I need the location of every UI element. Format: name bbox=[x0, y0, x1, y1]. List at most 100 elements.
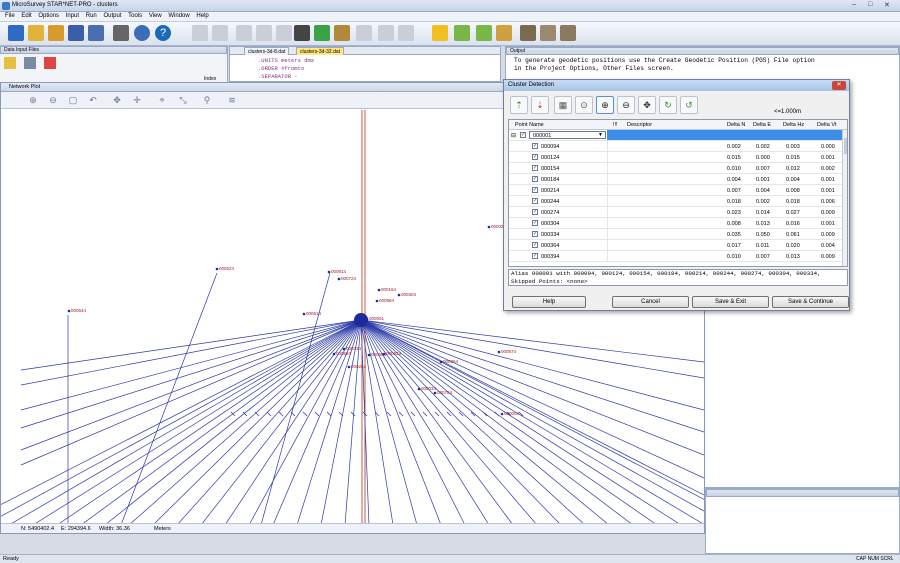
row-checkbox[interactable]: ✓ bbox=[532, 143, 538, 149]
row-checkbox[interactable]: ✓ bbox=[532, 209, 538, 215]
row-checkbox[interactable]: ✓ bbox=[532, 165, 538, 171]
menu-file[interactable]: File bbox=[5, 13, 15, 19]
zoom-out-icon[interactable]: ⊖ bbox=[617, 96, 635, 114]
col-descriptor[interactable]: Descriptor bbox=[627, 122, 652, 128]
menu-help[interactable]: Help bbox=[196, 13, 208, 19]
table-row[interactable]: ✓ 000124 0.015 0.000 0.015 0.001 bbox=[509, 152, 842, 163]
row-checkbox[interactable]: ✓ bbox=[532, 187, 538, 193]
redo-icon[interactable] bbox=[212, 25, 228, 41]
table-row[interactable]: ✓ 000184 0.004 0.001 0.004 0.001 bbox=[509, 174, 842, 185]
rerun-icon[interactable]: ↻ bbox=[659, 96, 677, 114]
menu-input[interactable]: Input bbox=[66, 13, 79, 19]
find-point-icon[interactable]: ⚲ bbox=[201, 95, 213, 107]
select-all-icon[interactable]: ▦ bbox=[554, 96, 572, 114]
tab-clusters-3d-32[interactable]: clusters-3d-32.dat bbox=[296, 47, 345, 55]
tool-icon-b[interactable] bbox=[378, 25, 394, 41]
tripod-icon[interactable] bbox=[520, 25, 536, 41]
menu-window[interactable]: Window bbox=[168, 13, 189, 19]
close-icon[interactable]: ✕ bbox=[884, 1, 890, 9]
table-row[interactable]: ✓ 000244 0.018 0.002 0.018 0.006 bbox=[509, 196, 842, 207]
dialog-close-icon[interactable]: ✕ bbox=[832, 81, 846, 90]
new-file-icon[interactable] bbox=[24, 57, 36, 69]
search-icon[interactable] bbox=[134, 25, 150, 41]
reset-icon[interactable]: ↺ bbox=[680, 96, 698, 114]
print-icon[interactable] bbox=[113, 25, 129, 41]
measure-icon[interactable]: ⌖ bbox=[156, 95, 168, 107]
run-adjustment-icon[interactable] bbox=[314, 25, 330, 41]
col-delta-vt[interactable]: Delta Vt bbox=[817, 122, 837, 128]
open-folder-icon[interactable] bbox=[48, 25, 64, 41]
save-all-icon[interactable] bbox=[88, 25, 104, 41]
col-delta-hz[interactable]: Delta Hz bbox=[783, 122, 804, 128]
move-icon[interactable]: ✛ bbox=[131, 95, 143, 107]
row-checkbox[interactable]: ✓ bbox=[532, 242, 538, 248]
help-icon[interactable]: ? bbox=[155, 25, 171, 41]
col-delta-n[interactable]: Delta N bbox=[727, 122, 745, 128]
master-checkbox[interactable]: ✓ bbox=[520, 132, 526, 138]
row-checkbox[interactable]: ✓ bbox=[532, 154, 538, 160]
zoom-in-icon[interactable]: ⊕ bbox=[27, 95, 39, 107]
lightning-icon[interactable] bbox=[432, 25, 448, 41]
add-file-icon[interactable] bbox=[4, 57, 16, 69]
menu-view[interactable]: View bbox=[149, 13, 162, 19]
layers-icon[interactable]: ≋ bbox=[226, 95, 238, 107]
zoom-previous-icon[interactable]: ↶ bbox=[87, 95, 99, 107]
save-icon[interactable] bbox=[68, 25, 84, 41]
save-continue-button[interactable]: Save & Continue bbox=[772, 296, 849, 308]
tripod-multi-icon[interactable] bbox=[540, 25, 556, 41]
master-select[interactable]: 000001 ▼ bbox=[529, 131, 606, 139]
minimize-icon[interactable]: – bbox=[852, 1, 856, 8]
pan-icon[interactable]: ✥ bbox=[111, 95, 123, 107]
zoom-out-icon[interactable]: ⊖ bbox=[47, 95, 59, 107]
binoculars-icon[interactable] bbox=[294, 25, 310, 41]
view-listing-icon[interactable] bbox=[334, 25, 350, 41]
undo-icon[interactable] bbox=[192, 25, 208, 41]
menu-output[interactable]: Output bbox=[103, 13, 121, 19]
menu-tools[interactable]: Tools bbox=[128, 13, 142, 19]
table-row[interactable]: ✓ 000154 0.010 0.007 0.012 0.002 bbox=[509, 163, 842, 174]
menu-edit[interactable]: Edit bbox=[21, 13, 31, 19]
grid-scrollbar[interactable] bbox=[842, 130, 847, 266]
col-delta-e[interactable]: Delta E bbox=[753, 122, 771, 128]
table-row[interactable]: ✓ 000094 0.002 0.002 0.003 0.000 bbox=[509, 141, 842, 152]
open-project-icon[interactable] bbox=[28, 25, 44, 41]
cancel-button[interactable]: Cancel bbox=[612, 296, 689, 308]
tab-clusters-3d-8[interactable]: clusters-3d-8.dat bbox=[244, 47, 290, 55]
table-row[interactable]: ✓ 000274 0.023 0.014 0.027 0.009 bbox=[509, 207, 842, 218]
row-checkbox[interactable]: ✓ bbox=[532, 220, 538, 226]
row-checkbox[interactable]: ✓ bbox=[532, 176, 538, 182]
paste-icon[interactable] bbox=[276, 25, 292, 41]
copy-icon[interactable] bbox=[256, 25, 272, 41]
lightning-gear-icon[interactable] bbox=[476, 25, 492, 41]
remove-file-icon[interactable] bbox=[44, 57, 56, 69]
tripod-settings-icon[interactable] bbox=[560, 25, 576, 41]
col-point-name[interactable]: Point Name bbox=[515, 122, 544, 128]
table-row[interactable]: ✓ 000304 0.008 0.013 0.016 0.001 bbox=[509, 218, 842, 229]
help-button[interactable]: Help bbox=[512, 296, 586, 308]
pan-icon[interactable]: ✥ bbox=[638, 96, 656, 114]
expand-all-icon[interactable]: ⇡ bbox=[510, 96, 528, 114]
row-checkbox[interactable]: ✓ bbox=[532, 198, 538, 204]
collapse-all-icon[interactable]: ⇣ bbox=[531, 96, 549, 114]
lightning-star-icon[interactable] bbox=[496, 25, 512, 41]
tool-icon-c[interactable] bbox=[398, 25, 414, 41]
lightning-check-icon[interactable] bbox=[454, 25, 470, 41]
tool-icon-a[interactable] bbox=[356, 25, 372, 41]
zoom-in-icon[interactable]: ⊕ bbox=[596, 96, 614, 114]
row-checkbox[interactable]: ✓ bbox=[532, 253, 538, 259]
table-row[interactable]: ✓ 000394 0.010 0.007 0.013 0.009 bbox=[509, 251, 842, 262]
collapse-toggle-icon[interactable]: ⊟ bbox=[511, 132, 516, 139]
master-row[interactable]: ⊟ ✓ 000001 ▼ bbox=[509, 130, 842, 141]
new-project-icon[interactable] bbox=[8, 25, 24, 41]
zoom-to-icon[interactable]: ⊙ bbox=[575, 96, 593, 114]
cut-icon[interactable] bbox=[236, 25, 252, 41]
menu-run[interactable]: Run bbox=[86, 13, 97, 19]
menu-options[interactable]: Options bbox=[38, 13, 59, 19]
row-checkbox[interactable]: ✓ bbox=[532, 231, 538, 237]
col-flag[interactable]: !!! bbox=[613, 122, 618, 128]
inverse-icon[interactable]: ⤡ bbox=[177, 95, 189, 107]
table-row[interactable]: ✓ 000364 0.017 0.011 0.020 0.004 bbox=[509, 240, 842, 251]
grid-scroll-thumb[interactable] bbox=[844, 138, 847, 154]
table-row[interactable]: ✓ 000334 0.035 0.050 0.061 0.009 bbox=[509, 229, 842, 240]
zoom-window-icon[interactable]: ▢ bbox=[67, 95, 79, 107]
